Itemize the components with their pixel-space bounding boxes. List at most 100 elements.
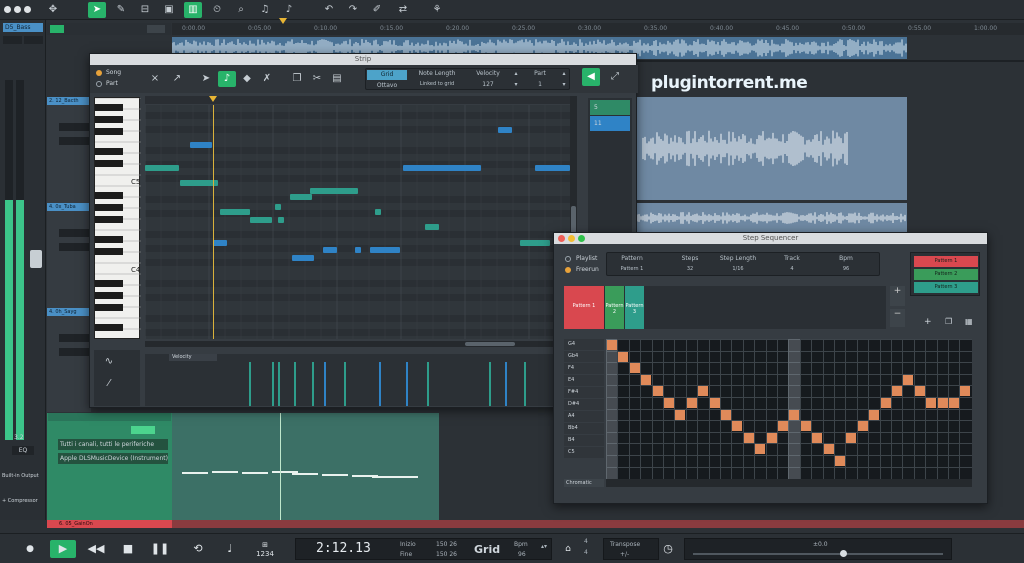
track-header[interactable]: 4. 0x_Tuba: [47, 203, 91, 211]
pattern-block[interactable]: Pattern 1: [564, 286, 604, 329]
grid-toggle[interactable]: Grid: [474, 543, 500, 556]
audio-icon[interactable]: ♫: [256, 2, 274, 18]
inizio-value[interactable]: 150 26: [436, 541, 457, 548]
instrument-select[interactable]: Apple DLSMusicDevice (Instrument): [58, 453, 168, 464]
part-radio[interactable]: [96, 81, 102, 87]
signature-bottom[interactable]: 4: [584, 549, 588, 556]
active-step[interactable]: [755, 444, 766, 455]
active-step[interactable]: [686, 398, 697, 408]
active-step[interactable]: [857, 421, 868, 432]
step-grid[interactable]: [606, 339, 972, 479]
split-icon[interactable]: ⊟: [136, 2, 154, 18]
active-step[interactable]: [698, 386, 709, 397]
active-step[interactable]: [778, 421, 788, 432]
pattern-arranger[interactable]: Pattern 1 Pattern 2 Pattern 3: [564, 286, 886, 329]
active-step[interactable]: [869, 409, 880, 420]
row-label[interactable]: D#4: [564, 399, 604, 410]
row-label[interactable]: Gb4: [564, 351, 604, 362]
track-header[interactable]: 6. 05_GainOn: [47, 520, 172, 528]
rewind-button[interactable]: ◀◀: [84, 540, 108, 558]
eq-button[interactable]: EQ: [12, 446, 34, 455]
time-icon[interactable]: ⏲: [208, 2, 226, 18]
pause-button[interactable]: ❚❚: [148, 540, 172, 558]
paste-icon[interactable]: ▤: [328, 71, 346, 87]
row-label[interactable]: G4: [564, 339, 604, 350]
mute-tool-icon[interactable]: ✗: [258, 71, 276, 87]
audio-clip[interactable]: [637, 97, 907, 200]
velocity-lane[interactable]: Velocity: [145, 354, 570, 406]
edit-icon[interactable]: ✐: [368, 2, 386, 18]
copy-icon[interactable]: ❐: [288, 71, 306, 87]
pattern-list-item[interactable]: Pattern 1: [914, 256, 978, 267]
row-label[interactable]: A4: [564, 411, 604, 422]
stop-button[interactable]: ■: [116, 540, 140, 558]
draw-icon[interactable]: ✎: [112, 2, 130, 18]
counter-button[interactable]: ⊞ 1234: [252, 540, 278, 558]
playhead-icon[interactable]: [279, 18, 287, 24]
row-label[interactable]: Bb4: [564, 423, 604, 434]
active-step[interactable]: [652, 386, 663, 397]
resize-icon[interactable]: ⤢: [606, 68, 624, 86]
midi-icon[interactable]: ♪: [280, 2, 298, 18]
mute-button[interactable]: [3, 36, 22, 44]
velocity-value[interactable]: 127: [468, 81, 508, 88]
horizontal-scrollbar[interactable]: [145, 341, 570, 347]
metronome-icon[interactable]: ♩: [218, 540, 242, 558]
play-button[interactable]: ▶: [50, 540, 76, 558]
cut-icon[interactable]: ✂: [308, 71, 326, 87]
pointer-icon[interactable]: ➤: [197, 71, 215, 87]
midi-clip[interactable]: [172, 413, 439, 520]
sequencer-value[interactable]: 96: [823, 266, 869, 272]
freerun-radio[interactable]: [565, 267, 571, 273]
side-item[interactable]: 5: [590, 100, 630, 115]
active-step[interactable]: [789, 409, 800, 420]
song-radio[interactable]: [96, 70, 102, 76]
trash-icon[interactable]: ▦: [965, 317, 973, 326]
active-step[interactable]: [937, 398, 948, 408]
line-tool-icon[interactable]: ⁄: [100, 376, 118, 392]
track-header[interactable]: 2. 12_Bacth: [47, 97, 91, 105]
timeline-ruler[interactable]: 0:00.00 0:05.00 0:10.00 0:15.00 0:20.00 0:25.…: [172, 23, 1024, 35]
part-stepper[interactable]: ▾: [559, 81, 569, 88]
add-track-button[interactable]: [50, 25, 64, 33]
active-step[interactable]: [960, 386, 971, 397]
active-step[interactable]: [926, 398, 937, 408]
transpose-value[interactable]: +/-: [620, 551, 629, 558]
pattern-block[interactable]: Pattern 3: [625, 286, 644, 329]
move-icon[interactable]: ✥: [44, 2, 62, 18]
row-label[interactable]: F#4: [564, 387, 604, 398]
audio-clip[interactable]: [636, 203, 907, 233]
active-step[interactable]: [675, 409, 686, 420]
bpm-stepper[interactable]: ▴▾: [541, 543, 547, 550]
playhead-icon[interactable]: [209, 96, 217, 102]
zoom-button[interactable]: [578, 235, 585, 242]
playlist-radio[interactable]: [565, 256, 571, 262]
sequencer-value[interactable]: 32: [667, 266, 713, 272]
pattern-list-item[interactable]: Pattern 2: [914, 269, 978, 280]
active-step[interactable]: [800, 421, 811, 432]
solo-button[interactable]: [24, 36, 43, 44]
active-step[interactable]: [812, 432, 823, 443]
active-step[interactable]: [846, 432, 857, 443]
duplicate-icon[interactable]: ❐: [945, 317, 952, 326]
active-step[interactable]: [835, 456, 845, 466]
piano-keyboard[interactable]: C5 C4: [94, 97, 141, 339]
active-step[interactable]: [880, 398, 891, 408]
record-button[interactable]: ●: [18, 540, 42, 558]
active-step[interactable]: [641, 374, 652, 385]
volume-fader[interactable]: [30, 250, 42, 268]
active-step[interactable]: [709, 398, 720, 408]
track-header[interactable]: 4. 0h_Sayg: [47, 308, 91, 316]
tempo-icon[interactable]: ⌂: [557, 540, 579, 558]
active-step[interactable]: [629, 363, 640, 374]
active-step[interactable]: [732, 421, 743, 432]
row-label[interactable]: F4: [564, 363, 604, 374]
pattern-list-item[interactable]: Pattern 3: [914, 282, 978, 293]
velocity-stepper[interactable]: ▴: [511, 70, 521, 77]
signature-top[interactable]: 4: [584, 538, 588, 545]
tree-icon[interactable]: ⚘: [428, 2, 446, 18]
loop-icon[interactable]: ⇄: [394, 2, 412, 18]
lane-select[interactable]: Velocity: [169, 354, 217, 361]
side-item[interactable]: 11: [590, 116, 630, 131]
close-icon[interactable]: ×: [146, 71, 164, 87]
